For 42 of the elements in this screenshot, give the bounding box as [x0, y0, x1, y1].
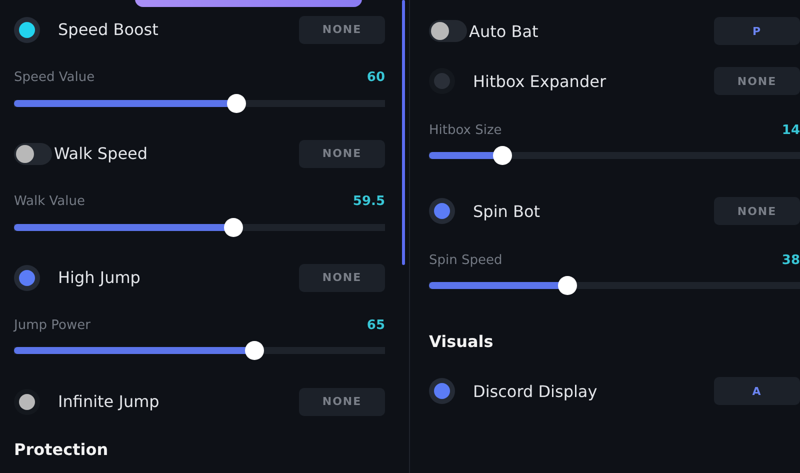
- slider-thumb[interactable]: [224, 218, 244, 237]
- toggle-switch[interactable]: [429, 378, 455, 404]
- toggle-switch[interactable]: [14, 388, 40, 415]
- keybind-button[interactable]: P: [714, 17, 800, 45]
- toggle-switch[interactable]: [14, 16, 40, 43]
- slider-value: 59.5: [352, 194, 385, 210]
- scrollbar-thumb[interactable]: [402, 0, 405, 265]
- slider-value: 65: [366, 318, 385, 333]
- slider-thumb[interactable]: [226, 94, 246, 113]
- slider-label: Hitbox Size: [429, 122, 502, 138]
- slider-thumb[interactable]: [245, 341, 264, 360]
- keybind-button[interactable]: NONE: [299, 16, 385, 44]
- toggle-switch[interactable]: [14, 264, 40, 291]
- feature-label: Spin Bot: [473, 202, 542, 220]
- keybind-button[interactable]: NONE: [714, 197, 800, 225]
- keybind-button[interactable]: A: [714, 377, 800, 405]
- section-heading: Protection: [14, 438, 110, 461]
- slider-value: 60: [366, 70, 385, 86]
- feature-label: Hitbox Expander: [473, 72, 608, 90]
- toggle-switch[interactable]: [14, 142, 52, 165]
- feature-label: Discord Display: [473, 382, 598, 400]
- section-heading: Visuals: [429, 330, 494, 352]
- keybind-button[interactable]: NONE: [299, 264, 385, 292]
- slider-value: 38: [782, 252, 800, 268]
- feature-label: Speed Boost: [58, 20, 160, 40]
- slider-label: Walk Value: [14, 194, 85, 210]
- toggle-switch[interactable]: [429, 198, 455, 224]
- slider-label: Jump Power: [14, 318, 90, 333]
- slider-thumb[interactable]: [493, 146, 512, 165]
- toggle-switch[interactable]: [429, 20, 467, 42]
- feature-label: Infinite Jump: [58, 392, 160, 412]
- keybind-button[interactable]: NONE: [299, 140, 385, 168]
- keybind-button[interactable]: NONE: [299, 388, 385, 416]
- slider-label: Spin Speed: [429, 252, 502, 268]
- feature-label: High Jump: [58, 268, 142, 288]
- slider-label: Speed Value: [14, 70, 95, 86]
- feature-label: Auto Bat: [469, 22, 540, 40]
- toggle-switch[interactable]: [429, 68, 455, 94]
- slider-thumb[interactable]: [558, 276, 578, 295]
- keybind-button[interactable]: NONE: [714, 67, 800, 95]
- feature-label: Walk Speed: [54, 144, 149, 164]
- slider-value: 14: [782, 122, 800, 138]
